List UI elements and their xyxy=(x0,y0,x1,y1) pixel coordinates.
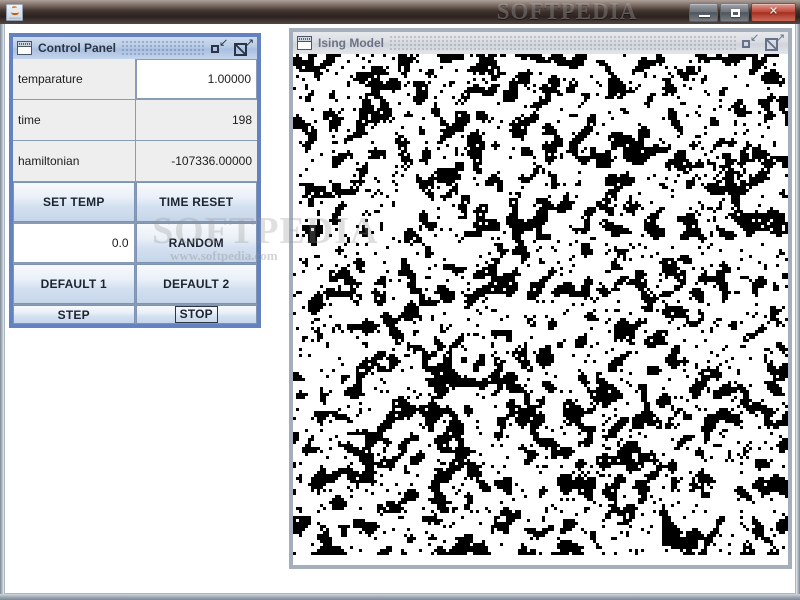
java-app-icon xyxy=(6,4,23,21)
close-button[interactable]: ✕ xyxy=(751,2,796,22)
application-window: SOFTPEDIA ✕ Control Panel ↙ ↗ temparatur… xyxy=(0,0,800,600)
control-panel-title: Control Panel xyxy=(38,41,117,55)
time-reset-button[interactable]: TIME RESET xyxy=(135,182,257,222)
window-titlebar: SOFTPEDIA ✕ xyxy=(0,0,800,24)
window-bottom-edge xyxy=(0,594,800,600)
hamiltonian-label: hamiltonian xyxy=(13,141,135,181)
maximize-icon[interactable]: ↗ xyxy=(765,32,785,51)
control-panel-grid: temparature 1.00000 time 198 hamiltonian… xyxy=(13,59,257,324)
control-panel-content: temparature 1.00000 time 198 hamiltonian… xyxy=(13,59,257,324)
restore-icon[interactable]: ↙ xyxy=(742,33,759,50)
step-button[interactable]: STEP xyxy=(13,305,135,324)
time-label: time xyxy=(13,100,135,140)
titlebar-texture xyxy=(390,36,736,50)
set-temp-button[interactable]: SET TEMP xyxy=(13,182,135,222)
random-amount-input[interactable]: 0.0 xyxy=(13,223,135,263)
maximize-icon[interactable]: ↗ xyxy=(234,37,254,56)
control-panel-titlebar[interactable]: Control Panel ↙ ↗ xyxy=(13,37,257,59)
window-icon xyxy=(17,41,32,55)
maximize-button[interactable] xyxy=(720,2,749,22)
ising-model-window[interactable]: Ising Model ↙ ↗ xyxy=(289,28,792,569)
window-right-edge xyxy=(796,24,800,594)
ising-model-window-buttons: ↙ ↗ xyxy=(742,32,785,51)
stop-button[interactable]: STOP xyxy=(135,305,257,324)
control-panel-window-buttons: ↙ ↗ xyxy=(211,37,254,56)
close-icon: ✕ xyxy=(768,5,779,18)
default-2-button[interactable]: DEFAULT 2 xyxy=(135,264,257,304)
window-icon xyxy=(297,36,312,50)
window-controls: ✕ xyxy=(687,2,796,22)
softpedia-title-watermark: SOFTPEDIA xyxy=(496,0,638,24)
mdi-desktop: Control Panel ↙ ↗ temparature 1.00000 ti… xyxy=(4,24,796,594)
ising-model-title: Ising Model xyxy=(318,36,384,50)
hamiltonian-value: -107336.00000 xyxy=(135,141,257,181)
restore-icon[interactable]: ↙ xyxy=(211,38,228,55)
control-panel-window[interactable]: Control Panel ↙ ↗ temparature 1.00000 ti… xyxy=(9,33,261,328)
ising-model-content xyxy=(293,54,788,565)
ising-lattice-panel[interactable] xyxy=(293,54,788,565)
default-1-button[interactable]: DEFAULT 1 xyxy=(13,264,135,304)
random-button[interactable]: RANDOM xyxy=(135,223,257,263)
time-value: 198 xyxy=(135,100,257,140)
ising-model-titlebar[interactable]: Ising Model ↙ ↗ xyxy=(293,32,788,54)
temperature-label: temparature xyxy=(13,59,135,99)
titlebar-texture xyxy=(122,41,205,55)
temperature-input[interactable]: 1.00000 xyxy=(135,59,257,99)
minimize-button[interactable] xyxy=(689,2,718,22)
stop-button-label: STOP xyxy=(174,306,218,323)
ising-lattice-canvas[interactable] xyxy=(293,54,788,555)
